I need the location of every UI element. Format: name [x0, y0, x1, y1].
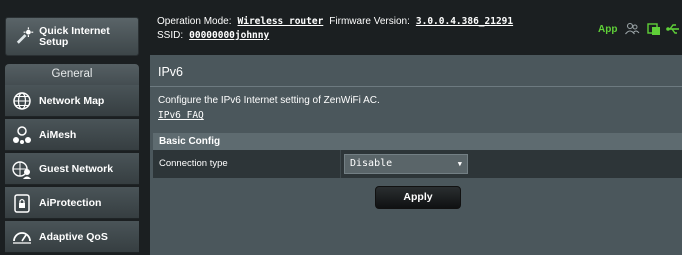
general-section-header: General	[5, 64, 139, 85]
connection-type-value: Disable	[350, 158, 393, 169]
basic-config-header: Basic Config	[153, 133, 682, 150]
apply-button[interactable]: Apply	[375, 186, 461, 209]
sidebar-item-network-map[interactable]: Network Map	[5, 85, 139, 117]
sidebar-menu: Network Map AiMesh Guest Network AiProte…	[5, 85, 139, 255]
ssid-link[interactable]: 00000000johnny	[189, 30, 269, 41]
firmware-version-link[interactable]: 3.0.0.4.386_21291	[416, 16, 513, 27]
firmware-label: Firmware Version:	[329, 16, 410, 27]
router-admin-window: Quick Internet Setup General Network Map…	[0, 0, 682, 255]
sidebar-item-label: AiProtection	[39, 196, 102, 209]
header-line-2: SSID: 00000000johnny	[157, 30, 269, 41]
page-title: IPv6	[158, 65, 184, 79]
quick-internet-setup-label: Quick Internet Setup	[39, 24, 110, 48]
wand-icon	[16, 26, 34, 44]
sidebar-item-label: Guest Network	[39, 162, 114, 175]
lock-shield-icon	[14, 193, 30, 213]
sidebar-item-aimesh[interactable]: AiMesh	[5, 119, 139, 151]
sidebar-item-label: Network Map	[39, 94, 105, 107]
sidebar-item-aiprotection[interactable]: AiProtection	[5, 187, 139, 219]
guest-network-icon	[12, 160, 31, 179]
header-line-1: Operation Mode: Wireless router Firmware V…	[157, 16, 513, 27]
app-link[interactable]: App	[598, 24, 617, 35]
page-description: Configure the IPv6 Internet setting of Z…	[158, 95, 380, 106]
usb-icon[interactable]	[666, 21, 682, 37]
connection-type-label: Connection type	[159, 150, 341, 178]
sidebar-item-adaptive-qos[interactable]: Adaptive QoS	[5, 221, 139, 253]
sidebar-item-label: Adaptive QoS	[39, 230, 108, 243]
globe-network-icon	[13, 91, 31, 110]
speedometer-icon	[13, 231, 31, 244]
connection-type-row: Connection type Disable ▼	[153, 150, 682, 178]
ipv6-faq-link[interactable]: IPv6 FAQ	[158, 110, 204, 121]
sidebar-item-guest-network[interactable]: Guest Network	[5, 153, 139, 185]
operation-mode-label: Operation Mode:	[157, 16, 232, 27]
status-header: Operation Mode: Wireless router Firmware V…	[150, 12, 682, 44]
chevron-down-icon: ▼	[457, 160, 462, 168]
quick-internet-setup-button[interactable]: Quick Internet Setup	[5, 17, 139, 56]
sidebar-item-label: AiMesh	[39, 128, 77, 141]
copy-devices-icon[interactable]	[646, 21, 662, 37]
operation-mode-link[interactable]: Wireless router	[238, 16, 324, 27]
title-divider	[150, 86, 682, 87]
ipv6-panel: IPv6 Configure the IPv6 Internet setting…	[150, 55, 682, 255]
aimesh-icon	[13, 125, 31, 144]
ssid-label: SSID:	[157, 30, 184, 41]
connection-type-select[interactable]: Disable ▼	[344, 154, 468, 174]
users-icon[interactable]	[624, 21, 640, 37]
